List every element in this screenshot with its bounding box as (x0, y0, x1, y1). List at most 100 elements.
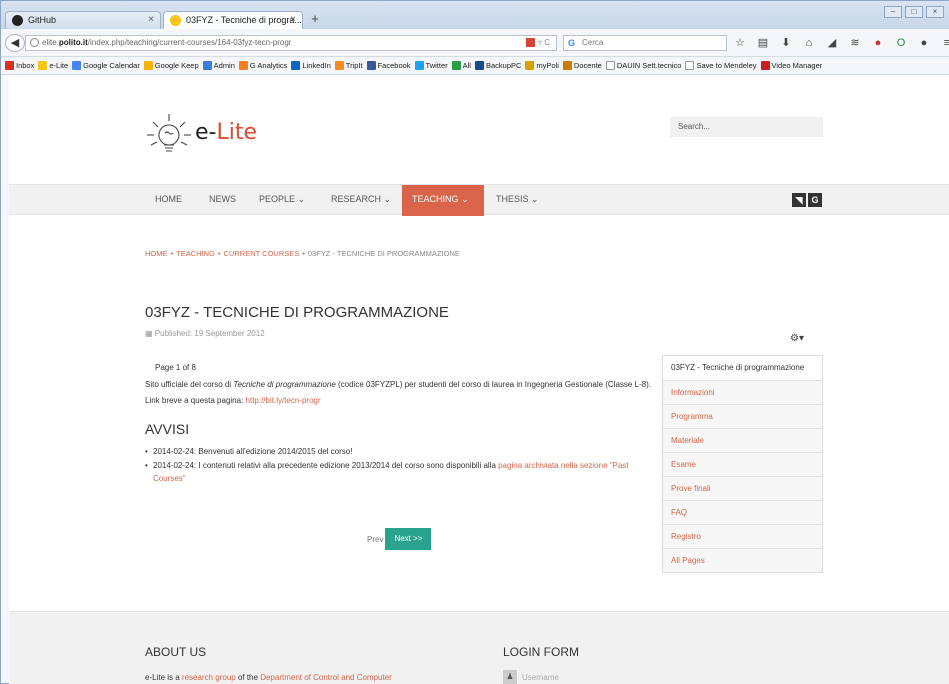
bookmark-item[interactable]: Google Keep (143, 61, 199, 70)
page-count: Page 1 of 8 (155, 363, 196, 372)
extension-icon[interactable]: ● (871, 35, 885, 51)
github-icon (12, 15, 23, 26)
side-menu-item[interactable]: Prove finali (663, 476, 822, 500)
side-menu-item[interactable]: 03FYZ - Tecniche di programmazione (663, 356, 822, 380)
bookmark-icon (5, 61, 14, 70)
department-link[interactable]: Department of Control and Computer (260, 673, 392, 682)
breadcrumb-teaching[interactable]: TEACHING (176, 249, 215, 258)
elite-favicon-icon (170, 15, 181, 26)
breadcrumb: HOME • TEACHING • CURRENT COURSES • 03FYZ - TE… (145, 249, 460, 258)
bookmark-item[interactable]: Google Calendar (72, 61, 140, 70)
globe-icon (30, 38, 39, 47)
minimize-button[interactable]: – (884, 6, 902, 18)
bookmark-label: Twitter (425, 61, 448, 70)
maximize-button[interactable]: □ (905, 6, 923, 18)
close-window-button[interactable]: × (926, 6, 944, 18)
side-menu-item[interactable]: All Pages (663, 548, 822, 572)
tab-course[interactable]: 03FYZ - Tecniche di progra... × (163, 11, 303, 29)
page-title: 03FYZ - TECNICHE DI PROGRAMMAZIONE (145, 304, 449, 321)
list-item: 2014-02-24: Benvenuti all'edizione 2014/… (145, 445, 645, 458)
logo-text: e-Lite (195, 120, 258, 145)
side-menu-item[interactable]: Materiale (663, 428, 822, 452)
menu-icon[interactable]: ≡ (940, 35, 949, 51)
bookmark-icon (525, 61, 535, 70)
published-date: ▦ Published: 19 September 2012 (145, 329, 265, 338)
bookmarks-bar: Inbox e-Lite Google Calendar Google Keep Adm… (1, 57, 949, 75)
bookmark-label: e-Lite (49, 61, 69, 70)
close-icon[interactable]: × (148, 12, 154, 28)
side-menu-item[interactable]: FAQ (663, 500, 822, 524)
bookmark-item[interactable]: Docente (562, 61, 602, 70)
stack-icon[interactable]: ≋ (848, 35, 862, 51)
bookmark-label: Google Calendar (83, 61, 140, 70)
bookmark-label: LinkedIn (302, 61, 331, 70)
download-icon[interactable]: ⬇ (779, 35, 793, 51)
bookmark-item[interactable]: myPoli (525, 61, 559, 70)
bookmark-item[interactable]: Twitter (414, 61, 448, 70)
nav-item-people[interactable]: PEOPLE ⌄ (249, 185, 315, 216)
short-link[interactable]: http://bit.ly/tecn-progr (246, 396, 321, 405)
url-domain: polito.it (58, 38, 88, 47)
bookmark-item[interactable]: All (451, 61, 471, 70)
side-menu-item[interactable]: Informazioni (663, 380, 822, 404)
bookmark-icon (474, 61, 484, 70)
search-engine-icon: G (568, 38, 576, 48)
addon-icon[interactable] (525, 38, 535, 48)
toolbar-icons: ☆ ▤ ⬇ ⌂ ◢ ≋ ● O ● ≡ (733, 35, 949, 51)
send-icon[interactable]: ◢ (825, 35, 839, 51)
page-viewport: e-Lite Search... HOME NEWS PEOPLE ⌄ RESE… (9, 75, 949, 684)
reading-list-icon[interactable]: ▤ (756, 35, 770, 51)
nav-item-home[interactable]: HOME (145, 185, 192, 216)
bookmark-icon (38, 61, 48, 70)
side-menu-item[interactable]: Registro (663, 524, 822, 548)
bookmark-item[interactable]: e-Lite (38, 61, 68, 70)
close-icon[interactable]: × (290, 12, 296, 28)
google-icon[interactable]: G (808, 193, 822, 207)
username-field[interactable]: ♟ Username (503, 669, 559, 684)
bookmark-item[interactable]: Video Manager (760, 61, 822, 70)
about-text: e-Lite is a research group of the Depart… (145, 673, 392, 682)
breadcrumb-home[interactable]: HOME (145, 249, 168, 258)
rss-icon[interactable]: ◥ (792, 193, 806, 207)
bookmark-item[interactable]: DAUIN Sett.tecnico (605, 61, 681, 70)
bookmark-label: myPoli (536, 61, 559, 70)
site-search-input[interactable]: Search... (670, 117, 823, 137)
home-icon[interactable]: ⌂ (802, 35, 816, 51)
tab-strip: GitHub × 03FYZ - Tecniche di progra... ×… (1, 1, 949, 29)
side-menu-item[interactable]: Programma (663, 404, 822, 428)
bookmark-item[interactable]: Inbox (5, 61, 34, 70)
research-group-link[interactable]: research group (182, 673, 236, 682)
next-button[interactable]: Next >> (385, 528, 432, 550)
bookmark-item[interactable]: Save to Mendeley (685, 61, 757, 70)
nav-item-news[interactable]: NEWS (199, 185, 246, 216)
opera-icon[interactable]: O (894, 35, 908, 51)
bookmark-label: Save to Mendeley (696, 61, 757, 70)
avvisi-list: 2014-02-24: Benvenuti all'edizione 2014/… (145, 445, 645, 486)
bookmark-item[interactable]: Admin (202, 61, 235, 70)
nav-item-teaching[interactable]: TEACHING ⌄ (402, 185, 484, 216)
bookmark-icon (334, 61, 344, 70)
prev-button[interactable]: Prev (367, 535, 383, 544)
bookmark-item[interactable]: Facebook (366, 61, 411, 70)
chat-icon[interactable]: ● (917, 35, 931, 51)
bookmark-item[interactable]: BackupPC (474, 61, 521, 70)
url-bar[interactable]: elite.polito.it/index.php/teaching/curre… (25, 35, 557, 51)
new-tab-button[interactable]: + (307, 11, 323, 27)
avvisi-heading: AVVISI (145, 421, 190, 437)
tab-github[interactable]: GitHub × (5, 11, 161, 29)
side-menu-item[interactable]: Esame (663, 452, 822, 476)
article-tools-gear-icon[interactable]: ⚙▾ (790, 333, 804, 344)
calendar-icon: ▦ (145, 329, 155, 338)
breadcrumb-current-courses[interactable]: CURRENT COURSES (224, 249, 300, 258)
back-button[interactable]: ◀ (5, 34, 25, 52)
site-logo[interactable]: e-Lite (145, 112, 285, 162)
nav-item-thesis[interactable]: THESIS ⌄ (486, 185, 549, 216)
bookmark-item[interactable]: TripIt (334, 61, 363, 70)
browser-search-field[interactable]: G Cerca (563, 35, 727, 51)
url-prefix: elite. (42, 38, 59, 47)
bookmark-item[interactable]: G Analytics (238, 61, 287, 70)
star-icon[interactable]: ☆ (733, 35, 747, 51)
nav-item-research[interactable]: RESEARCH ⌄ (321, 185, 401, 216)
bookmark-icon (238, 61, 248, 70)
bookmark-item[interactable]: LinkedIn (291, 61, 331, 70)
